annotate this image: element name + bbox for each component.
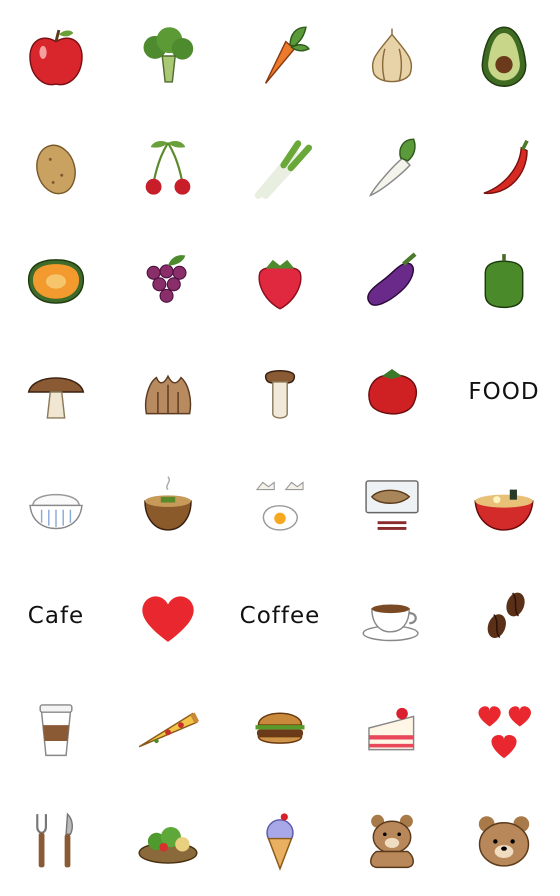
sticker-onion bbox=[336, 0, 448, 112]
bell-pepper-icon bbox=[484, 254, 524, 309]
sticker-word: FOOD bbox=[468, 379, 540, 405]
sticker-bear-waving bbox=[336, 784, 448, 896]
sticker-green-onion bbox=[224, 112, 336, 224]
avocado-icon bbox=[481, 26, 527, 87]
sticker-shiitake bbox=[0, 336, 112, 448]
burger-icon bbox=[255, 712, 305, 744]
pumpkin-icon bbox=[27, 259, 85, 304]
sticker-rice-bowl bbox=[0, 448, 112, 560]
shiitake-icon bbox=[27, 377, 85, 419]
apple-icon bbox=[29, 29, 83, 86]
sticker-cake bbox=[336, 672, 448, 784]
sticker-avocado bbox=[448, 0, 560, 112]
broccoli-icon bbox=[143, 27, 194, 83]
sticker-pumpkin bbox=[0, 224, 112, 336]
sticker-fish-set bbox=[336, 448, 448, 560]
pizza-icon bbox=[138, 712, 200, 748]
hearts-icon bbox=[478, 706, 531, 759]
sticker-miso-soup bbox=[112, 448, 224, 560]
carrot-icon bbox=[264, 26, 310, 84]
sticker-pizza bbox=[112, 672, 224, 784]
ice-cream-icon bbox=[266, 813, 294, 871]
sticker-strawberry bbox=[224, 224, 336, 336]
sticker-potato bbox=[0, 112, 112, 224]
sticker-chili bbox=[448, 112, 560, 224]
sticker-egg bbox=[224, 448, 336, 560]
miso-soup-icon bbox=[144, 476, 192, 531]
sticker-carrot bbox=[224, 0, 336, 112]
eggplant-icon bbox=[367, 252, 417, 306]
cherry-icon bbox=[145, 141, 191, 195]
sticker-cherry bbox=[112, 112, 224, 224]
salad-icon bbox=[138, 827, 198, 864]
sticker-maitake bbox=[112, 336, 224, 448]
sticker-heart bbox=[112, 560, 224, 672]
egg-icon bbox=[255, 481, 304, 531]
takeout-coffee-icon bbox=[39, 704, 73, 757]
sticker-text: FOOD bbox=[448, 336, 560, 448]
sticker-ice-cream bbox=[224, 784, 336, 896]
maitake-icon bbox=[144, 374, 192, 415]
sticker-text: Cafe bbox=[0, 560, 112, 672]
sticker-king-oyster bbox=[224, 336, 336, 448]
sticker-ramen bbox=[448, 448, 560, 560]
sticker-eggplant bbox=[336, 224, 448, 336]
sticker-word: Coffee bbox=[239, 603, 321, 629]
sticker-takeout-coffee bbox=[0, 672, 112, 784]
rice-bowl-icon bbox=[29, 494, 83, 530]
sticker-text: Coffee bbox=[224, 560, 336, 672]
sticker-broccoli bbox=[112, 0, 224, 112]
sticker-word: Cafe bbox=[27, 603, 85, 629]
sticker-tomato bbox=[336, 336, 448, 448]
heart-icon bbox=[142, 596, 194, 642]
sticker-salad bbox=[112, 784, 224, 896]
tomato-icon bbox=[368, 368, 418, 415]
sticker-apple bbox=[0, 0, 112, 112]
ramen-icon bbox=[474, 489, 534, 531]
sticker-bell-pepper bbox=[448, 224, 560, 336]
sticker-bear-face bbox=[448, 784, 560, 896]
sticker-daikon bbox=[336, 112, 448, 224]
sticker-grapes bbox=[112, 224, 224, 336]
sticker-burger bbox=[224, 672, 336, 784]
coffee-cup-icon bbox=[362, 604, 419, 642]
sticker-grid: FOOD Cafe Coffee bbox=[0, 0, 560, 896]
daikon-icon bbox=[368, 138, 416, 197]
fish-set-icon bbox=[365, 480, 419, 530]
strawberry-icon bbox=[258, 259, 302, 310]
grapes-icon bbox=[146, 255, 187, 303]
sticker-fork-knife bbox=[0, 784, 112, 896]
sticker-hearts bbox=[448, 672, 560, 784]
fork-knife-icon bbox=[36, 812, 73, 868]
coffee-beans-icon bbox=[487, 592, 525, 639]
chili-icon bbox=[483, 139, 529, 194]
onion-icon bbox=[371, 28, 413, 83]
sticker-coffee-beans bbox=[448, 560, 560, 672]
king-oyster-icon bbox=[264, 370, 296, 419]
green-onion-icon bbox=[254, 140, 313, 199]
cake-icon bbox=[368, 707, 415, 751]
sticker-coffee-cup bbox=[336, 560, 448, 672]
bear-waving-icon bbox=[370, 814, 414, 869]
bear-face-icon bbox=[478, 816, 530, 867]
potato-icon bbox=[36, 144, 76, 195]
